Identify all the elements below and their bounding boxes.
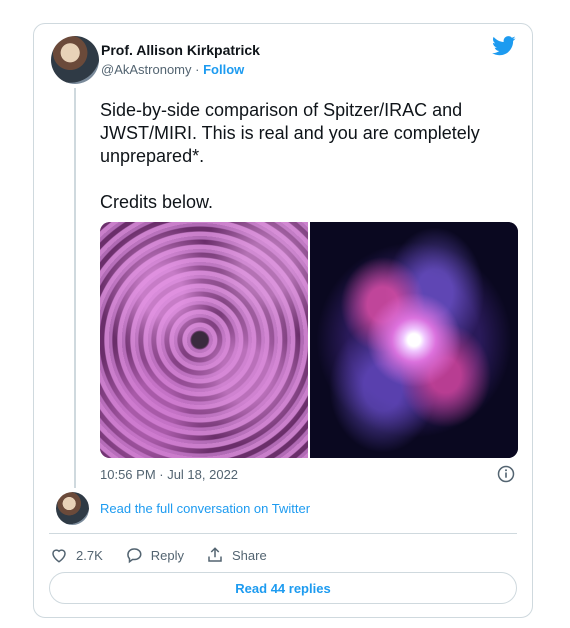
handle-separator: ·	[195, 62, 200, 77]
read-replies-button[interactable]: Read 44 replies	[49, 572, 517, 604]
tweet-media[interactable]	[100, 222, 518, 458]
share-icon	[208, 547, 222, 562]
tweet-text: Side-by-side comparison of Spitzer/IRAC …	[100, 100, 480, 212]
author-handle[interactable]: @AkAstronomy	[101, 62, 192, 77]
reply-bubble-icon	[126, 548, 142, 564]
jwst-miri-galaxy-image[interactable]	[100, 222, 308, 458]
reply-label: Reply	[150, 547, 184, 563]
heart-icon	[52, 549, 66, 563]
follow-button[interactable]: Follow	[203, 62, 244, 77]
author-handle-row: @AkAstronomy · Follow	[101, 62, 244, 77]
share-button[interactable]: Share	[206, 546, 267, 564]
like-button[interactable]: 2.7K	[50, 546, 103, 564]
like-count: 2.7K	[76, 547, 103, 563]
divider	[49, 533, 517, 534]
spitzer-irac-galaxy-image[interactable]	[310, 222, 518, 458]
read-conversation-link[interactable]: Read the full conversation on Twitter	[100, 501, 310, 516]
share-label: Share	[232, 547, 267, 563]
author-name[interactable]: Prof. Allison Kirkpatrick	[101, 42, 260, 58]
thread-line	[74, 88, 76, 488]
tweet-embed-card: Prof. Allison Kirkpatrick @AkAstronomy ·…	[33, 23, 533, 618]
twitter-bird-icon[interactable]	[492, 36, 516, 56]
author-avatar[interactable]	[51, 36, 99, 84]
tweet-actions: 2.7K Reply Share	[50, 544, 289, 566]
tweet-timestamp[interactable]: 10:56 PM · Jul 18, 2022	[100, 467, 238, 482]
info-icon[interactable]	[497, 465, 515, 483]
reply-button[interactable]: Reply	[125, 546, 184, 564]
author-avatar-small[interactable]	[56, 492, 89, 525]
